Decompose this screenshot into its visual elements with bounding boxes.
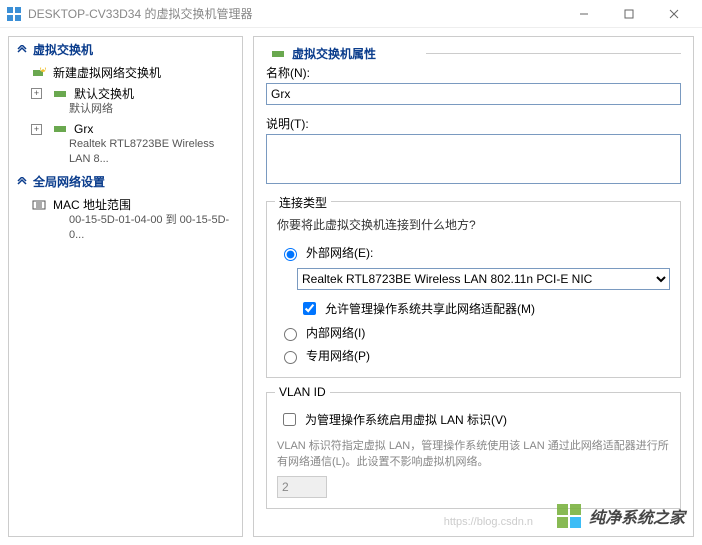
- tree-item-default-switch-sub: 默认网络: [31, 102, 236, 117]
- switch-icon: [52, 121, 68, 137]
- close-button[interactable]: [651, 0, 696, 28]
- tree-item-default-switch-label: 默认交换机: [74, 85, 134, 102]
- checkbox-vlan-enable-input[interactable]: [283, 413, 296, 426]
- name-label: 名称(N):: [266, 64, 681, 81]
- radio-private-input[interactable]: [284, 351, 297, 364]
- radio-internal[interactable]: 内部网络(I): [277, 321, 670, 344]
- tree-item-grx-label: Grx: [74, 122, 93, 136]
- tree-item-new-switch[interactable]: ★ 新建虚拟网络交换机: [9, 62, 242, 83]
- vlan-desc: VLAN 标识符指定虚拟 LAN，管理操作系统使用该 LAN 通过此网络适配器进…: [277, 438, 670, 470]
- titlebar: DESKTOP-CV33D34 的虚拟交换机管理器: [0, 0, 702, 28]
- tree-section-global-label: 全局网络设置: [33, 173, 105, 190]
- vlan-title: VLAN ID: [275, 385, 330, 399]
- tree-item-grx[interactable]: + Grx Realtek RTL8723BE Wireless LAN 8..…: [9, 119, 242, 169]
- radio-private-label: 专用网络(P): [306, 347, 370, 364]
- tree-item-grx-sub: Realtek RTL8723BE Wireless LAN 8...: [31, 137, 236, 167]
- new-switch-icon: ★: [31, 65, 47, 81]
- minimize-button[interactable]: [561, 0, 606, 28]
- tree-item-mac-range[interactable]: MAC 地址范围 00-15-5D-01-04-00 到 00-15-5D-0.…: [9, 194, 242, 245]
- panel-header: 虚拟交换机属性: [266, 53, 681, 54]
- radio-external-input[interactable]: [284, 248, 297, 261]
- tree-section-global[interactable]: 全局网络设置: [9, 169, 242, 194]
- radio-external-label: 外部网络(E):: [306, 244, 373, 261]
- expand-icon[interactable]: +: [31, 88, 42, 99]
- tree-item-mac-range-sub: 00-15-5D-01-04-00 到 00-15-5D-0...: [31, 213, 236, 243]
- tree-item-default-switch[interactable]: + 默认交换机 默认网络: [9, 83, 242, 119]
- mac-range-icon: [31, 197, 47, 213]
- connection-question: 你要将此虚拟交换机连接到什么地方?: [277, 216, 670, 233]
- chevron-up-icon: [15, 175, 29, 189]
- checkbox-allow-mgmt-input[interactable]: [303, 302, 316, 315]
- window-buttons: [561, 0, 696, 28]
- checkbox-allow-mgmt-label: 允许管理操作系统共享此网络适配器(M): [325, 300, 535, 317]
- name-input[interactable]: [266, 83, 681, 105]
- panel-header-label: 虚拟交换机属性: [292, 45, 376, 62]
- vlan-groupbox: VLAN ID 为管理操作系统启用虚拟 LAN 标识(V) VLAN 标识符指定…: [266, 392, 681, 509]
- connection-groupbox: 连接类型 你要将此虚拟交换机连接到什么地方? 外部网络(E): Realtek …: [266, 201, 681, 378]
- adapter-select[interactable]: Realtek RTL8723BE Wireless LAN 802.11n P…: [297, 268, 670, 290]
- vlan-id-input: [277, 476, 327, 498]
- window-title: DESKTOP-CV33D34 的虚拟交换机管理器: [28, 5, 561, 22]
- tree-section-switches-label: 虚拟交换机: [33, 41, 93, 58]
- tree-section-switches[interactable]: 虚拟交换机: [9, 37, 242, 62]
- radio-external[interactable]: 外部网络(E):: [277, 241, 670, 264]
- checkbox-vlan-enable-label: 为管理操作系统启用虚拟 LAN 标识(V): [305, 411, 507, 428]
- radio-private[interactable]: 专用网络(P): [277, 344, 670, 367]
- content-area: 虚拟交换机 ★ 新建虚拟网络交换机 + 默认交换机 默认网络 + Grx Rea…: [0, 28, 702, 545]
- radio-internal-label: 内部网络(I): [306, 324, 365, 341]
- windows-logo-icon: [555, 502, 583, 530]
- right-properties-panel: 虚拟交换机属性 名称(N): 说明(T): 连接类型 你要将此虚拟交换机连接到什…: [253, 36, 694, 537]
- left-tree-panel: 虚拟交换机 ★ 新建虚拟网络交换机 + 默认交换机 默认网络 + Grx Rea…: [8, 36, 243, 537]
- desc-label: 说明(T):: [266, 115, 681, 132]
- svg-text:★: ★: [38, 65, 47, 74]
- checkbox-allow-mgmt[interactable]: 允许管理操作系统共享此网络适配器(M): [297, 296, 670, 321]
- brand-watermark-label: 纯净系统之家: [589, 504, 685, 528]
- switch-icon: [270, 46, 286, 62]
- radio-internal-input[interactable]: [284, 328, 297, 341]
- app-icon: [6, 6, 22, 22]
- brand-watermark: 纯净系统之家: [555, 502, 685, 530]
- switch-icon: [52, 86, 68, 102]
- tree-item-new-switch-label: 新建虚拟网络交换机: [53, 64, 161, 81]
- desc-textarea[interactable]: [266, 134, 681, 184]
- maximize-button[interactable]: [606, 0, 651, 28]
- checkbox-vlan-enable[interactable]: 为管理操作系统启用虚拟 LAN 标识(V): [277, 407, 670, 432]
- connection-title: 连接类型: [275, 194, 331, 211]
- chevron-up-icon: [15, 43, 29, 57]
- expand-icon[interactable]: +: [31, 124, 42, 135]
- url-watermark: https://blog.csdn.n: [444, 516, 533, 528]
- tree-item-mac-range-label: MAC 地址范围: [53, 196, 131, 213]
